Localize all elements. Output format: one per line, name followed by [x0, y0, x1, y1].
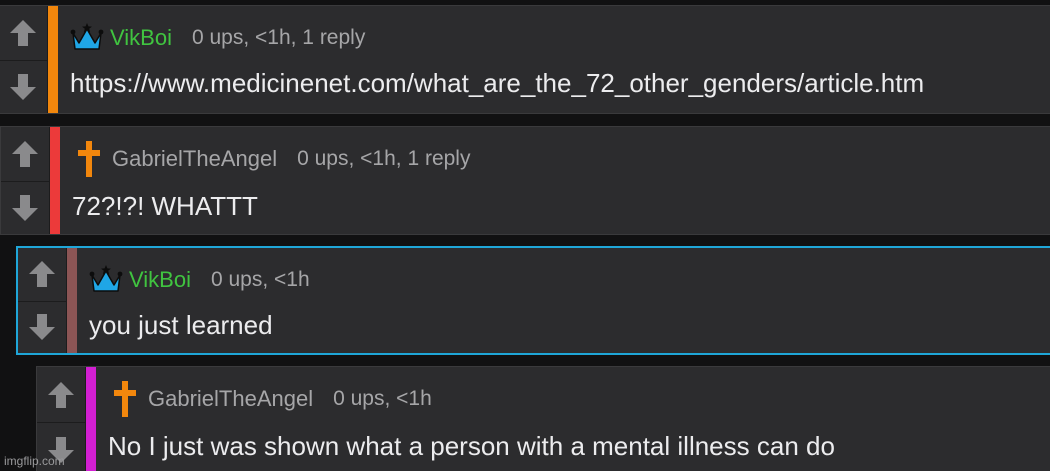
- cross-icon: [108, 381, 142, 417]
- crown-icon: [70, 20, 104, 56]
- comment-body: GabrielTheAngel 0 ups, <1h, 1 reply 72?!…: [60, 127, 1050, 234]
- upvote-button[interactable]: [37, 367, 85, 422]
- upvote-button[interactable]: [1, 127, 49, 181]
- comment-text: https://www.medicinenet.com/what_are_the…: [70, 68, 925, 98]
- imgflip-watermark: imgflip.com: [4, 454, 65, 468]
- comment-body: VikBoi 0 ups, <1h, 1 reply https://www.m…: [58, 6, 1050, 113]
- arrow-up-icon: [12, 140, 38, 167]
- vote-controls: [0, 6, 48, 113]
- comment-meta: VikBoi 0 ups, <1h: [89, 262, 310, 298]
- comment-depth-stripe: [50, 127, 60, 234]
- comment-text: 72?!?! WHATTT: [72, 191, 258, 221]
- comment-meta: GabrielTheAngel 0 ups, <1h: [108, 381, 432, 417]
- cross-icon: [72, 141, 106, 177]
- arrow-up-icon: [48, 381, 74, 408]
- comment-body: VikBoi 0 ups, <1h you just learned: [77, 248, 1050, 353]
- comment-username[interactable]: GabrielTheAngel: [148, 386, 313, 412]
- comment: VikBoi 0 ups, <1h, 1 reply https://www.m…: [0, 5, 1050, 114]
- downvote-button[interactable]: [1, 180, 49, 235]
- comment-meta: GabrielTheAngel 0 ups, <1h, 1 reply: [72, 141, 470, 177]
- comment-username[interactable]: VikBoi: [129, 267, 191, 293]
- upvote-button[interactable]: [0, 6, 47, 60]
- comment: GabrielTheAngel 0 ups, <1h No I just was…: [36, 366, 1050, 471]
- comment-username[interactable]: VikBoi: [110, 25, 172, 51]
- arrow-down-icon: [12, 194, 38, 221]
- comment-stats: 0 ups, <1h, 1 reply: [191, 26, 366, 49]
- arrow-down-icon: [10, 73, 36, 100]
- comment-stats: 0 ups, <1h: [333, 387, 432, 410]
- comment-body: GabrielTheAngel 0 ups, <1h No I just was…: [96, 367, 1050, 471]
- comment-highlighted: VikBoi 0 ups, <1h you just learned: [16, 246, 1050, 355]
- comment-meta: VikBoi 0 ups, <1h, 1 reply: [70, 20, 365, 56]
- comment-depth-stripe: [48, 6, 58, 113]
- comment-stats: 0 ups, <1h: [210, 268, 310, 291]
- comment: GabrielTheAngel 0 ups, <1h, 1 reply 72?!…: [0, 126, 1050, 235]
- vote-controls: [1, 127, 50, 234]
- comment-depth-stripe: [86, 367, 96, 471]
- vote-controls: [18, 248, 67, 353]
- downvote-button[interactable]: [0, 59, 47, 114]
- arrow-up-icon: [29, 261, 55, 288]
- comment-thread: VikBoi 0 ups, <1h, 1 reply https://www.m…: [0, 0, 1050, 471]
- crown-icon: [89, 262, 123, 298]
- downvote-button[interactable]: [18, 300, 66, 354]
- comment-depth-stripe: [67, 248, 77, 353]
- upvote-button[interactable]: [18, 248, 66, 301]
- comment-text: No I just was shown what a person with a…: [108, 431, 835, 461]
- arrow-up-icon: [10, 19, 36, 46]
- comment-username[interactable]: GabrielTheAngel: [112, 146, 277, 172]
- comment-stats: 0 ups, <1h, 1 reply: [297, 147, 471, 170]
- comment-text: you just learned: [89, 310, 273, 340]
- arrow-down-icon: [29, 314, 55, 341]
